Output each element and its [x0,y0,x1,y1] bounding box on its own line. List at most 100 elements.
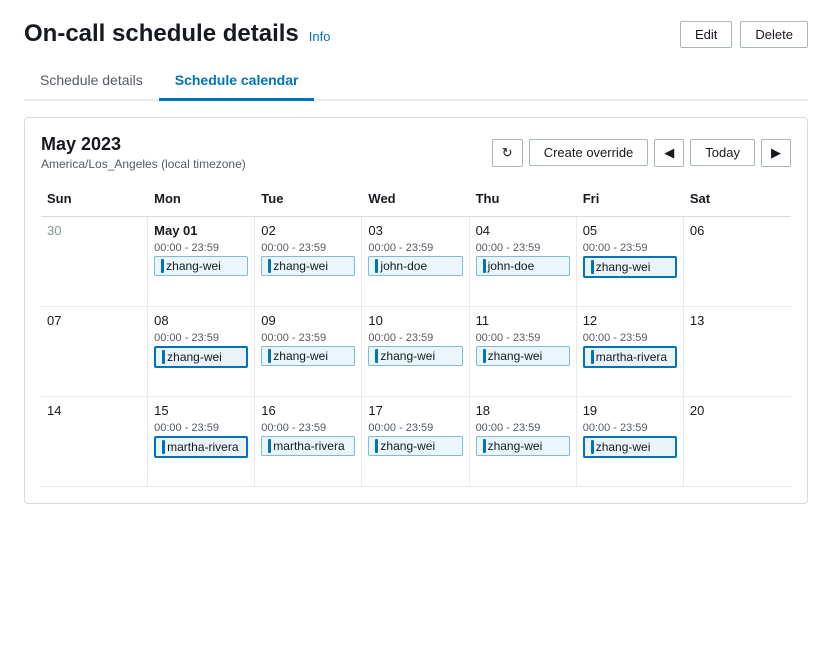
day-number: 10 [368,313,462,328]
day-number: 06 [690,223,785,238]
event-label: zhang-wei [273,259,328,273]
create-override-button[interactable]: Create override [529,139,649,166]
event-label: zhang-wei [166,259,221,273]
page-title-group: On-call schedule details Info [24,20,330,48]
calendar-cell-1-4: 1100:00 - 23:59zhang-wei [470,307,577,396]
event-label: zhang-wei [167,350,222,364]
day-header-wed: Wed [362,187,469,210]
event-chip[interactable]: zhang-wei [583,256,677,278]
chip-bar [375,349,378,363]
chip-bar [162,350,165,364]
day-header-tue: Tue [255,187,362,210]
day-number: 04 [476,223,570,238]
event-chip[interactable]: zhang-wei [261,346,355,366]
event-chip[interactable]: zhang-wei [154,256,248,276]
calendar-cell-2-2: 1600:00 - 23:59martha-rivera [255,397,362,486]
chip-bar [375,439,378,453]
event-time: 00:00 - 23:59 [368,332,462,344]
event-label: john-doe [488,259,535,273]
event-time: 00:00 - 23:59 [476,242,570,254]
chip-bar [161,259,164,273]
event-chip[interactable]: zhang-wei [476,436,570,456]
event-chip[interactable]: martha-rivera [583,346,677,368]
calendar-cell-1-6: 13 [684,307,791,396]
event-time: 00:00 - 23:59 [368,422,462,434]
event-chip[interactable]: zhang-wei [368,346,462,366]
chip-bar [268,349,271,363]
calendar-cell-2-1: 1500:00 - 23:59martha-rivera [148,397,255,486]
calendar-cell-0-1: May 01 00:00 - 23:59 zhang-wei [148,217,255,306]
event-time: 00:00 - 23:59 [368,242,462,254]
chip-bar [483,439,486,453]
edit-button[interactable]: Edit [680,21,732,48]
event-time: 00:00 - 23:59 [476,422,570,434]
event-chip[interactable]: john-doe [476,256,570,276]
event-chip[interactable]: zhang-wei [261,256,355,276]
next-button[interactable]: ▶ [761,139,791,167]
calendar-cell-2-6: 20 [684,397,791,486]
event-time: 00:00 - 23:59 [154,332,248,344]
event-label: zhang-wei [596,440,651,454]
calendar-cell-0-4: 04 00:00 - 23:59 john-doe [470,217,577,306]
day-number: May 01 [154,223,248,238]
tab-schedule-details[interactable]: Schedule details [24,64,159,101]
chip-bar [162,440,165,454]
day-header-thu: Thu [470,187,577,210]
chip-bar [268,259,271,273]
chip-bar [591,440,594,454]
event-chip[interactable]: martha-rivera [154,436,248,458]
day-number: 18 [476,403,570,418]
chip-bar [591,350,594,364]
day-number: 09 [261,313,355,328]
day-number: 30 [47,223,141,238]
page-title: On-call schedule details [24,20,299,48]
calendar-cell-0-2: 0200:00 - 23:59zhang-wei [255,217,362,306]
day-number: 03 [368,223,462,238]
header-buttons: Edit Delete [680,21,808,48]
calendar-month: May 2023 [41,134,246,155]
day-number: 07 [47,313,141,328]
calendar-cell-0-6: 06 [684,217,791,306]
prev-button[interactable]: ◀ [654,139,684,167]
event-chip[interactable]: john-doe [368,256,462,276]
chip-bar [483,349,486,363]
event-time: 00:00 - 23:59 [154,422,248,434]
delete-button[interactable]: Delete [740,21,808,48]
event-chip[interactable]: zhang-wei [476,346,570,366]
event-label: martha-rivera [273,439,344,453]
event-label: zhang-wei [380,349,435,363]
event-chip[interactable]: zhang-wei [154,346,248,368]
calendar-grid: Sun Mon Tue Wed Thu Fri Sat 30May 0100:0… [41,187,791,487]
event-label: zhang-wei [488,349,543,363]
day-header-mon: Mon [148,187,255,210]
event-chip[interactable]: zhang-wei [583,436,677,458]
day-number: 05 [583,223,677,238]
page-header: On-call schedule details Info Edit Delet… [24,20,808,48]
calendar-container: May 2023 America/Los_Angeles (local time… [24,117,808,504]
event-chip[interactable]: zhang-wei [368,436,462,456]
calendar-cell-1-5: 1200:00 - 23:59martha-rivera [577,307,684,396]
event-label: zhang-wei [380,439,435,453]
event-time: 00:00 - 23:59 [261,422,355,434]
day-number: 20 [690,403,785,418]
calendar-cell-1-2: 0900:00 - 23:59zhang-wei [255,307,362,396]
calendar-weeks: 30May 0100:00 - 23:59zhang-wei0200:00 - … [41,217,791,487]
event-time: 00:00 - 23:59 [583,332,677,344]
calendar-week-2: 141500:00 - 23:59martha-rivera1600:00 - … [41,397,791,487]
event-label: zhang-wei [488,439,543,453]
event-time: 00:00 - 23:59 [261,242,355,254]
calendar-cell-0-3: 03 00:00 - 23:59 john-doe [362,217,469,306]
tab-schedule-calendar[interactable]: Schedule calendar [159,64,315,101]
calendar-controls: ↻ Create override ◀ Today ▶ [492,139,791,167]
event-chip[interactable]: martha-rivera [261,436,355,456]
day-number: 17 [368,403,462,418]
today-button[interactable]: Today [690,139,755,166]
refresh-button[interactable]: ↻ [492,139,523,167]
day-number: 19 [583,403,677,418]
event-time: 00:00 - 23:59 [154,242,248,254]
calendar-cell-2-4: 18 00:00 - 23:59 zhang-wei [470,397,577,486]
calendar-cell-2-3: 17 00:00 - 23:59 zhang-wei [362,397,469,486]
day-header-sat: Sat [684,187,791,210]
info-link[interactable]: Info [309,29,331,44]
chip-bar [483,259,486,273]
